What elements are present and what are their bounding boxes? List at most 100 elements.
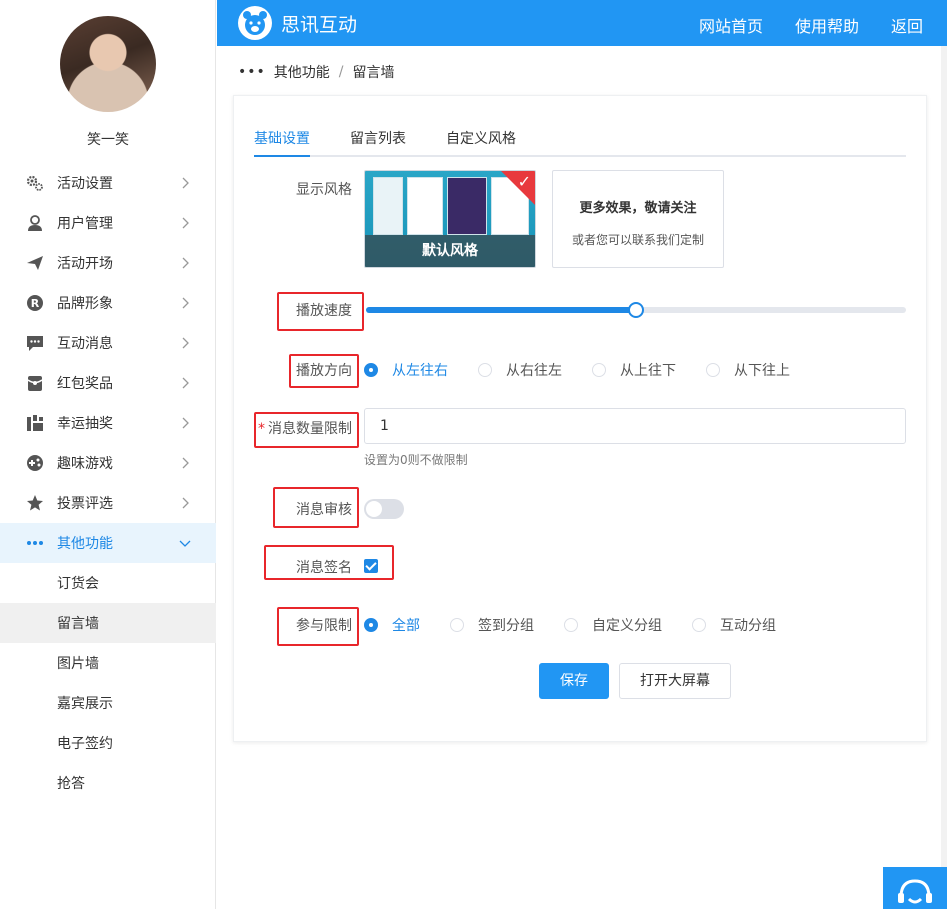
star-icon (25, 493, 45, 513)
tab-basic-settings[interactable]: 基础设置 (254, 128, 310, 148)
sidebar-item-brand-image[interactable]: R 品牌形象 (0, 283, 216, 323)
breadcrumb-parent[interactable]: 其他功能 (274, 62, 330, 82)
chevron-right-icon (182, 177, 189, 189)
sidebar-item-label: 互动消息 (57, 336, 113, 352)
slider-handle[interactable] (628, 302, 644, 318)
more-styles-title: 更多效果，敬请关注 (579, 201, 697, 216)
chat-icon (25, 333, 45, 353)
sidebar-item-label: 活动设置 (57, 176, 113, 192)
gears-icon (25, 173, 45, 193)
chevron-right-icon (182, 217, 189, 229)
chevron-right-icon (182, 497, 189, 509)
sidebar-item-red-packet-prizes[interactable]: 红包奖品 (0, 363, 216, 403)
brand-name: 思讯互动 (281, 14, 358, 36)
toggle-knob (366, 501, 382, 517)
sidebar-item-label: 其他功能 (57, 536, 113, 552)
sidebar-item-label: 用户管理 (57, 216, 113, 232)
bear-logo-icon (238, 6, 272, 40)
sidebar-item-activity-opening[interactable]: 活动开场 (0, 243, 216, 283)
chevron-right-icon (182, 417, 189, 429)
breadcrumb-separator: / (338, 64, 344, 80)
sidebar-item-lucky-draw[interactable]: 幸运抽奖 (0, 403, 216, 443)
more-styles-subtitle: 或者您可以联系我们定制 (571, 233, 704, 247)
sidebar-item-label: 红包奖品 (57, 376, 113, 392)
breadcrumb-current: 留言墙 (352, 65, 395, 81)
direction-radio-group: 从左往右 从右往左 从上往下 从下往上 (364, 360, 790, 380)
sidebar-item-other-functions[interactable]: 其他功能 (0, 523, 216, 563)
nav-back-link[interactable]: 返回 (891, 13, 923, 37)
radio-bottom-to-top[interactable]: 从下往上 (706, 360, 790, 380)
review-toggle[interactable] (364, 499, 404, 519)
tab-custom-style[interactable]: 自定义风格 (446, 128, 516, 148)
settings-card: 基础设置 留言列表 自定义风格 显示风格 ✓ 默认风格 更多效果，敬请关注 或者… (233, 95, 927, 742)
sidebar-item-label: 投票评选 (57, 496, 113, 512)
limit-hint: 设置为0则不做限制 (364, 453, 468, 467)
tab-message-list[interactable]: 留言列表 (350, 128, 406, 148)
registered-icon: R (25, 293, 45, 313)
sidebar-item-label: 趣味游戏 (57, 456, 113, 472)
direction-label: 播放方向 (296, 363, 352, 379)
user-icon (25, 213, 45, 233)
required-star: * (258, 421, 265, 437)
avatar (60, 16, 156, 112)
svg-text:R: R (31, 297, 40, 310)
sidebar-item-label: 活动开场 (57, 256, 113, 272)
radio-custom-group[interactable]: 自定义分组 (564, 615, 662, 635)
tab-active-indicator (254, 155, 310, 157)
speed-slider[interactable] (366, 302, 906, 318)
top-header: 思讯互动 网站首页 使用帮助 返回 (217, 0, 947, 46)
sidebar-item-label: 幸运抽奖 (57, 416, 113, 432)
submenu-item-order-fair[interactable]: 订货会 (0, 563, 216, 603)
nav-home-link[interactable]: 网站首页 (699, 13, 763, 37)
chevron-right-icon (182, 257, 189, 269)
default-style-caption: 默认风格 (365, 235, 535, 267)
paper-plane-icon (25, 253, 45, 273)
display-style-label: 显示风格 (296, 182, 352, 198)
signature-checkbox[interactable] (364, 559, 378, 573)
right-scroll-gutter (941, 46, 947, 867)
radio-left-to-right[interactable]: 从左往右 (364, 360, 448, 380)
lottery-icon (25, 413, 45, 433)
sidebar-item-fun-games[interactable]: 趣味游戏 (0, 443, 216, 483)
submenu-item-e-signing[interactable]: 电子签约 (0, 723, 216, 763)
radio-top-to-bottom[interactable]: 从上往下 (592, 360, 676, 380)
chevron-right-icon (182, 457, 189, 469)
more-dots-icon: ••• (238, 64, 266, 80)
participant-label: 参与限制 (296, 618, 352, 634)
submenu-item-photo-wall[interactable]: 图片墙 (0, 643, 216, 683)
open-big-screen-button[interactable]: 打开大屏幕 (619, 663, 731, 699)
sidebar-item-label: 品牌形象 (57, 296, 113, 312)
radio-sign-in-group[interactable]: 签到分组 (450, 615, 534, 635)
preview-thumb (407, 177, 443, 235)
sidebar-menu: 活动设置 用户管理 活动开场 R 品牌形象 互动消息 红包奖品 幸运抽奖 趣味游… (0, 163, 216, 803)
headset-icon (898, 879, 932, 904)
review-label: 消息审核 (296, 502, 352, 518)
sidebar-item-interactive-messages[interactable]: 互动消息 (0, 323, 216, 363)
radio-interactive-group[interactable]: 互动分组 (692, 615, 776, 635)
chevron-down-icon (179, 540, 191, 547)
chevron-right-icon (182, 377, 189, 389)
customer-service-button[interactable] (883, 867, 947, 909)
participant-radio-group: 全部 签到分组 自定义分组 互动分组 (364, 615, 776, 635)
slider-fill (366, 307, 636, 313)
sidebar-item-user-management[interactable]: 用户管理 (0, 203, 216, 243)
sidebar-item-voting[interactable]: 投票评选 (0, 483, 216, 523)
radio-right-to-left[interactable]: 从右往左 (478, 360, 562, 380)
preview-thumb (373, 177, 403, 235)
speed-label: 播放速度 (296, 303, 352, 319)
submenu-item-quick-answer[interactable]: 抢答 (0, 763, 216, 803)
more-dots-icon (25, 533, 45, 553)
nav-help-link[interactable]: 使用帮助 (795, 13, 859, 37)
submenu-item-message-wall[interactable]: 留言墙 (0, 603, 216, 643)
sidebar-item-activity-settings[interactable]: 活动设置 (0, 163, 216, 203)
preview-thumb (447, 177, 487, 235)
limit-label: * 消息数量限制 (258, 421, 352, 437)
default-style-option[interactable]: ✓ 默认风格 (364, 170, 536, 268)
username: 笑一笑 (87, 132, 129, 148)
radio-all[interactable]: 全部 (364, 615, 420, 635)
save-button[interactable]: 保存 (539, 663, 609, 699)
signature-label: 消息签名 (296, 560, 352, 576)
message-limit-input[interactable]: 1 (364, 408, 906, 444)
check-icon: ✓ (517, 172, 531, 191)
submenu-item-guest-showcase[interactable]: 嘉宾展示 (0, 683, 216, 723)
